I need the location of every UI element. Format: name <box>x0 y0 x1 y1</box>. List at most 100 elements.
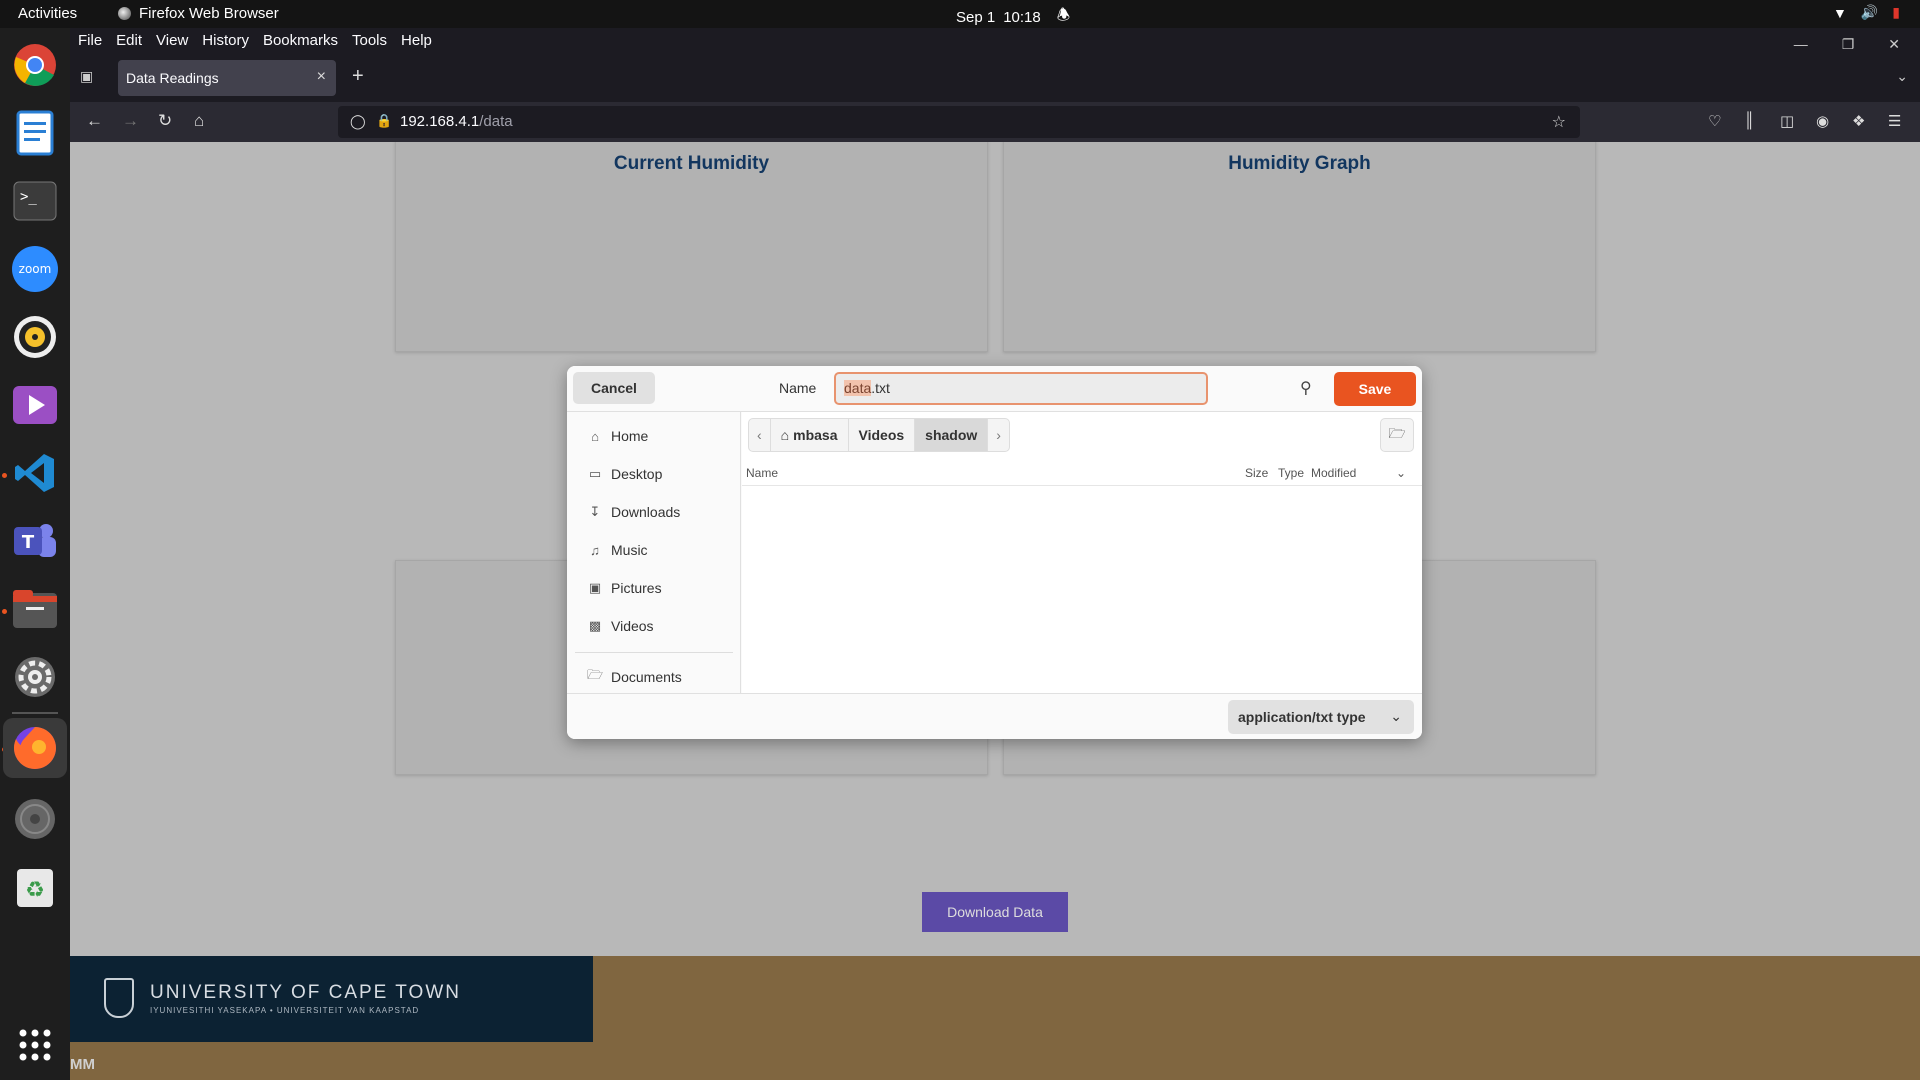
place-desktop[interactable]: ▭ Desktop <box>587 462 663 486</box>
place-videos[interactable]: ▩ Videos <box>587 614 654 638</box>
home-icon: ⌂ <box>591 428 599 444</box>
disc-icon[interactable] <box>10 794 60 844</box>
terminal-icon[interactable]: >_ <box>10 176 60 226</box>
chrome-icon[interactable] <box>10 40 60 90</box>
bell-icon: 🕭 <box>1056 7 1071 24</box>
tab-data-readings[interactable]: Data Readings × <box>118 60 336 96</box>
activities-button[interactable]: Activities <box>18 5 77 22</box>
video-icon[interactable] <box>10 380 60 430</box>
bookmark-star-icon[interactable]: ☆ <box>1552 112 1566 132</box>
search-icon[interactable]: ⚲ <box>1300 378 1312 398</box>
sidebar-icon[interactable]: ◫ <box>1780 112 1794 130</box>
pictures-icon: ▣ <box>588 580 602 595</box>
url-path: /data <box>479 113 513 130</box>
new-tab-icon[interactable]: + <box>352 65 364 88</box>
cancel-button[interactable]: Cancel <box>573 372 655 404</box>
url-text[interactable]: 192.168.4.1/data <box>400 113 513 130</box>
videos-icon: ▩ <box>588 618 602 633</box>
place-downloads[interactable]: ↧ Downloads <box>587 500 681 524</box>
dock-separator <box>12 712 58 714</box>
menu-file[interactable]: File <box>78 32 102 54</box>
teams-icon[interactable]: T <box>10 516 60 566</box>
tab-title: Data Readings <box>126 70 219 86</box>
filetype-dropdown[interactable]: application/txt type ⌄ <box>1228 700 1414 734</box>
path-forward-icon[interactable]: › <box>988 419 1009 451</box>
writer-icon[interactable] <box>10 108 60 158</box>
back-icon[interactable]: ← <box>86 111 103 131</box>
column-modified[interactable]: Modified <box>1311 466 1356 480</box>
sort-chevron-icon[interactable]: ⌄ <box>1396 466 1406 480</box>
chevron-down-icon: ⌄ <box>1390 708 1402 724</box>
menu-view[interactable]: View <box>156 32 188 54</box>
places-sidebar: ⌂ Home ▭ Desktop ↧ Downloads ♫ Music ▣ Pictur… <box>567 412 741 693</box>
save-button[interactable]: Save <box>1334 372 1416 406</box>
download-data-button[interactable]: Download Data <box>922 892 1068 932</box>
card-title: Current Humidity <box>613 153 770 174</box>
place-label: Desktop <box>611 466 663 482</box>
page-footer: UNIVERSITY OF CAPE TOWN IYUNIVESITHI YAS… <box>70 956 1920 1080</box>
running-indicator <box>2 609 7 614</box>
filename-extension: .txt <box>871 380 890 396</box>
menu-help[interactable]: Help <box>401 32 432 54</box>
library-icon[interactable]: ║ <box>1744 112 1755 129</box>
logo-subtitle: IYUNIVESITHI YASEKAPA • UNIVERSITEIT VAN… <box>150 1006 420 1015</box>
lock-icon[interactable]: 🔒 <box>376 113 392 129</box>
running-indicator <box>2 473 7 478</box>
humidity-graph-card: Humidity Graph <box>1003 142 1596 352</box>
new-folder-button[interactable]: 🗁 <box>1380 418 1414 452</box>
column-type[interactable]: Type <box>1278 466 1304 480</box>
place-documents[interactable]: 🗁 Documents <box>587 665 682 689</box>
firefox-icon[interactable] <box>3 718 67 778</box>
vscode-icon[interactable] <box>10 448 60 498</box>
column-name[interactable]: Name <box>746 466 778 480</box>
filename-input[interactable]: data.txt <box>834 372 1208 405</box>
minimize-icon[interactable]: — <box>1794 36 1808 53</box>
app-menu-icon[interactable]: ☰ <box>1888 112 1901 130</box>
name-label: Name <box>779 380 817 396</box>
close-window-icon[interactable]: ✕ <box>1888 36 1900 53</box>
menu-history[interactable]: History <box>202 32 249 54</box>
extensions-icon[interactable]: ❖ <box>1852 112 1865 130</box>
place-label: Pictures <box>611 580 662 596</box>
reload-icon[interactable]: ↻ <box>158 111 172 131</box>
window-controls: — ❐ ✕ <box>1786 32 1906 53</box>
firefox-view-icon[interactable]: ▣ <box>80 68 93 85</box>
app-grid-icon[interactable] <box>10 1020 60 1070</box>
column-size[interactable]: Size <box>1245 466 1268 480</box>
pocket-icon[interactable]: ♡ <box>1708 112 1721 130</box>
account-icon[interactable]: ◉ <box>1816 112 1829 130</box>
files-icon[interactable] <box>10 584 60 634</box>
app-menu[interactable]: Firefox Web Browser <box>118 5 279 22</box>
system-tray[interactable]: ▼ 🔊 ▮ <box>1833 4 1900 21</box>
forward-icon[interactable]: → <box>122 111 139 131</box>
url-host: 192.168.4.1 <box>400 113 480 130</box>
folder-icon: 🗁 <box>587 667 604 682</box>
zoom-icon[interactable]: zoom <box>10 244 60 294</box>
dialog-footer: application/txt type ⌄ <box>567 693 1422 739</box>
clock[interactable]: Sep 1 10:18 🕭 <box>956 5 1070 30</box>
place-music[interactable]: ♫ Music <box>587 538 647 562</box>
close-tab-icon[interactable]: × <box>317 68 326 86</box>
crumb-mbasa[interactable]: ⌂ mbasa <box>771 419 849 451</box>
settings-icon[interactable] <box>10 652 60 702</box>
power-icon: ▮ <box>1892 4 1900 20</box>
place-home[interactable]: ⌂ Home <box>587 424 648 448</box>
menu-tools[interactable]: Tools <box>352 32 387 54</box>
card-title: Humidity Graph <box>1228 153 1371 174</box>
home-icon[interactable]: ⌂ <box>194 111 204 131</box>
menu-bookmarks[interactable]: Bookmarks <box>263 32 338 54</box>
tracking-shield-icon[interactable]: ◯ <box>350 113 366 130</box>
clock-date: Sep 1 <box>956 9 996 26</box>
rhythmbox-icon[interactable] <box>10 312 60 362</box>
filetype-value: application/txt type <box>1238 709 1366 725</box>
path-back-icon[interactable]: ‹ <box>749 419 771 451</box>
trash-icon[interactable]: ♻ <box>10 862 60 912</box>
list-all-tabs-icon[interactable]: ⌄ <box>1896 68 1908 85</box>
url-bar[interactable]: ◯ 🔒 192.168.4.1/data ☆ <box>338 106 1580 138</box>
desktop-icon: ▭ <box>588 466 602 481</box>
crumb-shadow[interactable]: shadow <box>915 419 989 451</box>
menu-edit[interactable]: Edit <box>116 32 142 54</box>
restore-icon[interactable]: ❐ <box>1842 36 1855 53</box>
place-pictures[interactable]: ▣ Pictures <box>587 576 662 600</box>
crumb-videos[interactable]: Videos <box>849 419 916 451</box>
